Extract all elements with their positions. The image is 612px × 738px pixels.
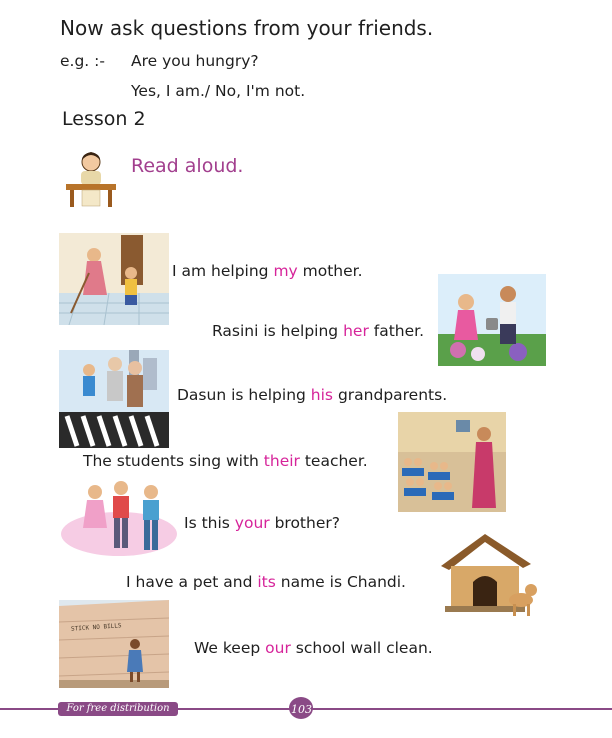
page-heading: Now ask questions from your friends. <box>60 16 434 40</box>
sentence-7: We keep our school wall clean. <box>194 639 433 657</box>
free-distribution-label: For free distribution <box>58 702 178 716</box>
example-label: e.g. :- <box>60 52 105 70</box>
sentence-4: The students sing with their teacher. <box>83 452 368 470</box>
possessive-word: its <box>257 573 276 591</box>
sentence-5: Is this your brother? <box>184 514 340 532</box>
possessive-word: your <box>234 514 270 532</box>
example-question: Are you hungry? <box>131 52 259 70</box>
read-aloud-instruction: Read aloud. <box>131 155 244 177</box>
possessive-word: my <box>273 262 298 280</box>
school-wall-illustration: STICK NO BILLS <box>59 600 169 688</box>
example-answer: Yes, I am./ No, I'm not. <box>131 82 306 100</box>
sentence-2: Rasini is helping her father. <box>212 322 425 340</box>
classroom-illustration <box>398 412 506 512</box>
possessive-word: her <box>343 322 369 340</box>
dog-house-illustration <box>435 530 543 622</box>
helping-mother-illustration <box>59 233 169 325</box>
helping-father-illustration <box>438 274 546 366</box>
sentence-3: Dasun is helping his grandparents. <box>177 386 448 404</box>
possessive-word: their <box>263 452 300 470</box>
lesson-title: Lesson 2 <box>62 108 146 130</box>
possessive-word: his <box>310 386 334 404</box>
teacher-at-desk-illustration <box>62 148 120 208</box>
helping-grandparents-illustration <box>59 350 169 448</box>
possessive-word: our <box>265 639 291 657</box>
sentence-6: I have a pet and its name is Chandi. <box>126 573 406 591</box>
sentence-1: I am helping my mother. <box>172 262 363 280</box>
three-children-illustration <box>59 478 179 566</box>
page-number: 103 <box>289 697 313 719</box>
